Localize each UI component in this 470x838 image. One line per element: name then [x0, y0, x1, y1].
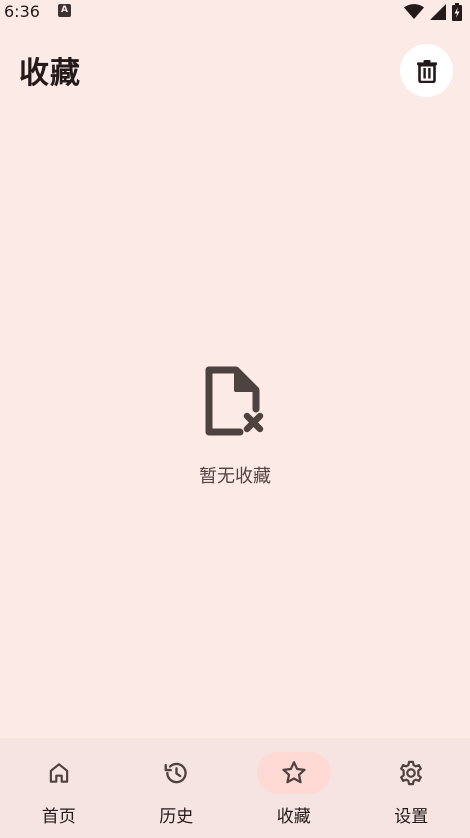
nav-label-settings: 设置 — [394, 807, 429, 827]
favorites-screen: 6:36 A 收藏 暂无收藏 首页 历史 收藏 设置 — [0, 0, 470, 838]
star-icon — [282, 761, 306, 784]
nav-item-favorites[interactable]: 收藏 — [235, 738, 353, 838]
home-icon — [49, 763, 68, 783]
nav-item-home[interactable]: 首页 — [0, 738, 118, 838]
history-icon — [164, 762, 187, 784]
empty-message: 暂无收藏 — [199, 466, 271, 487]
status-time: 6:36 — [4, 2, 40, 21]
wifi-icon — [404, 4, 424, 19]
notification-app-icon: A — [58, 4, 71, 17]
status-bar: 6:36 A — [0, 0, 470, 24]
nav-icon-container — [374, 752, 448, 794]
delete-all-button[interactable] — [400, 44, 453, 97]
nav-active-indicator — [256, 752, 331, 794]
file-remove-icon — [205, 366, 264, 436]
nav-icon-container — [139, 752, 213, 794]
status-indicators — [404, 3, 462, 21]
bottom-navigation: 首页 历史 收藏 设置 — [0, 738, 470, 838]
battery-icon — [452, 3, 462, 21]
nav-label-home: 首页 — [41, 807, 76, 827]
nav-icon-container — [22, 752, 96, 794]
page-title: 收藏 — [19, 56, 81, 91]
nav-label-history: 历史 — [159, 807, 194, 827]
empty-state: 暂无收藏 — [0, 366, 470, 488]
nav-item-settings[interactable]: 设置 — [353, 738, 470, 838]
trash-icon — [416, 59, 437, 83]
cellular-signal-icon — [430, 4, 446, 20]
nav-label-favorites: 收藏 — [276, 807, 311, 827]
nav-item-history[interactable]: 历史 — [118, 738, 236, 838]
settings-icon — [400, 760, 423, 786]
